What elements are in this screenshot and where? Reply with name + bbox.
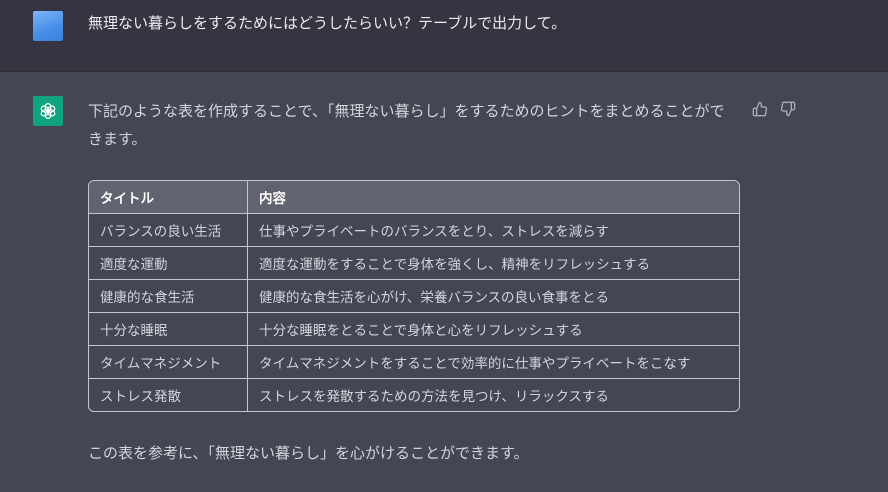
table-cell-title: タイムマネジメント — [89, 346, 248, 379]
user-message-text: 無理ない暮らしをするためにはどうしたらいい？テーブルで出力して。 — [88, 14, 567, 32]
table-cell-title: 適度な運動 — [89, 247, 248, 280]
table-row: 十分な睡眠 十分な睡眠をとることで身体と心をリフレッシュする — [89, 313, 739, 346]
table-header-title: タイトル — [89, 181, 248, 214]
table-header-content: 内容 — [248, 181, 739, 214]
table-row: バランスの良い生活 仕事やプライベートのバランスをとり、ストレスを減らす — [89, 214, 739, 247]
table-cell-title: 健康的な食生活 — [89, 280, 248, 313]
table-cell-content: ストレスを発散するための方法を見つけ、リラックスする — [259, 389, 609, 405]
assistant-message-row: 下記のような表を作成することで、「無理ない暮らし」をするためのヒントをまとめるこ… — [0, 72, 888, 492]
table-cell-content: 適度な運動をすることで身体を強くし、精神をリフレッシュする — [248, 247, 739, 280]
table-cell-content: タイムマネジメントをすることで効率的に仕事やプライベートをこなす — [248, 346, 739, 379]
assistant-outro-text: この表を参考に、「無理ない暮らし」を心がけることができます。 — [88, 444, 529, 462]
openai-logo-icon — [33, 96, 63, 126]
table-cell-content: 健康的な食生活を心がけ、栄養バランスの良い食事をとる — [248, 280, 739, 313]
table-cell-title: バランスの良い生活 — [89, 214, 248, 247]
table-header-row: タイトル 内容 — [89, 181, 739, 214]
table-cell-title: ストレス発散 — [89, 379, 248, 411]
table-row: ストレス発散 ストレスを発散するための方法を見つけ、リラックスする — [89, 379, 739, 411]
thumbs-up-icon[interactable] — [751, 100, 769, 118]
table-row: タイムマネジメント タイムマネジメントをすることで効率的に仕事やプライベートをこ… — [89, 346, 739, 379]
table-cell-content: 十分な睡眠をとることで身体と心をリフレッシュする — [248, 313, 739, 346]
table-cell-content: 仕事やプライベートのバランスをとり、ストレスを減らす — [248, 214, 739, 247]
hints-table: タイトル 内容 バランスの良い生活 仕事やプライベートのバランスをとり、ストレス… — [88, 180, 740, 412]
assistant-intro-text: 下記のような表を作成することで、「無理ない暮らし」をするためのヒントをまとめるこ… — [88, 102, 725, 148]
user-avatar — [33, 11, 63, 41]
thumbs-down-icon[interactable] — [779, 100, 797, 118]
user-message-row: 無理ない暮らしをするためにはどうしたらいい？テーブルで出力して。 — [0, 0, 888, 72]
table-cell-title: 十分な睡眠 — [89, 313, 248, 346]
table-row: 適度な運動 適度な運動をすることで身体を強くし、精神をリフレッシュする — [89, 247, 739, 280]
table-row: 健康的な食生活 健康的な食生活を心がけ、栄養バランスの良い食事をとる — [89, 280, 739, 313]
